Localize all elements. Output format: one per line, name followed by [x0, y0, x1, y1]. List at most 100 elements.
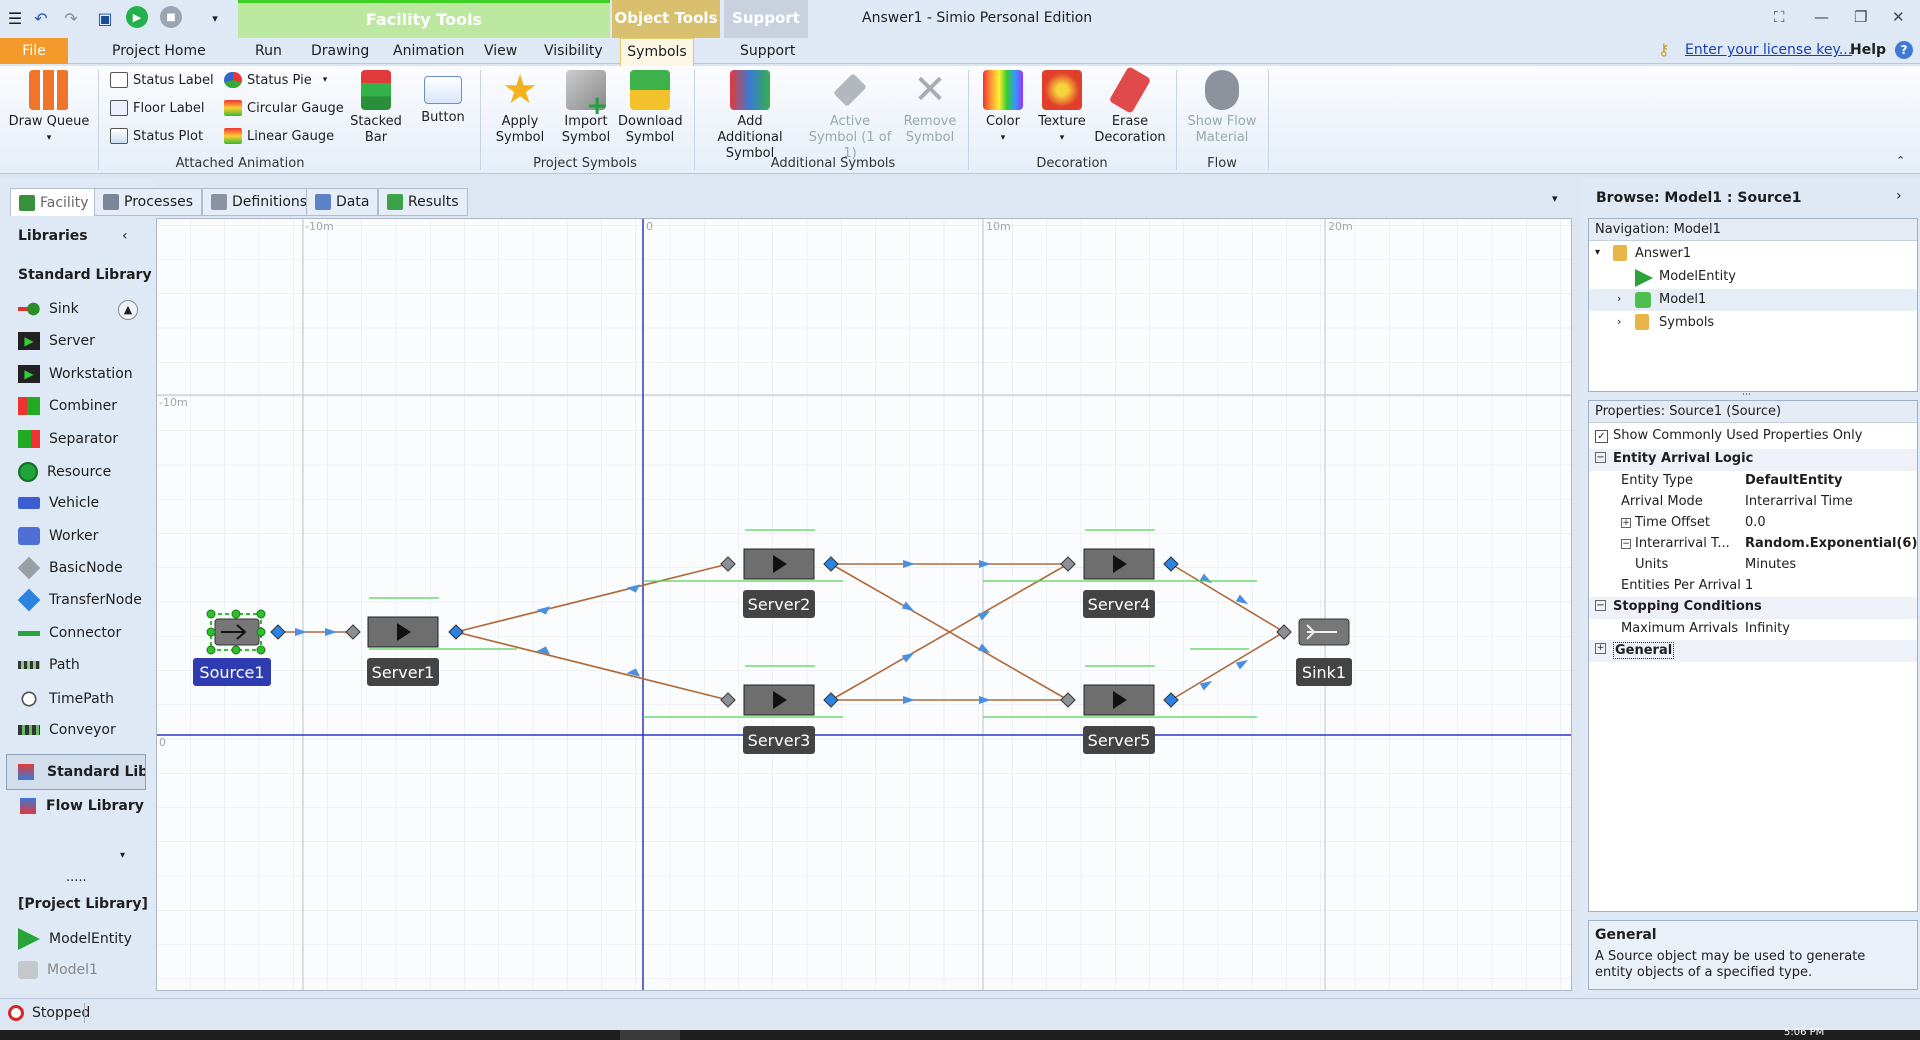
property-value[interactable]: Minutes — [1745, 557, 1796, 572]
tab-file[interactable]: File — [0, 38, 68, 64]
tab-visibility[interactable]: Visibility — [544, 42, 603, 60]
property-row[interactable]: Entities Per Arrival 1 — [1589, 576, 1919, 597]
texture-button[interactable]: Texture ▾ — [1034, 70, 1090, 146]
tab-project-home[interactable]: Project Home — [112, 42, 206, 60]
linear-gauge-button[interactable]: Linear Gauge — [224, 128, 334, 144]
import-symbol-button[interactable]: + Import Symbol — [556, 70, 616, 146]
license-key-link[interactable]: Enter your license key... — [1685, 42, 1852, 58]
expand-answer1-icon[interactable]: ▾ — [1595, 247, 1600, 258]
tree-item-symbols[interactable]: Symbols — [1659, 315, 1714, 330]
property-row[interactable]: Arrival Mode Interarrival Time — [1589, 492, 1919, 513]
property-row[interactable]: + Time Offset 0.0 — [1589, 513, 1919, 534]
app-menu-icon[interactable]: ☰ — [4, 7, 26, 29]
tree-item-modelentity[interactable]: ModelEntity — [1659, 269, 1736, 284]
close-button[interactable]: ✕ — [1892, 8, 1905, 26]
tab-flow-library[interactable]: Flow Library — [46, 798, 144, 814]
show-flow-material-button[interactable]: Show Flow Material — [1184, 70, 1260, 146]
expand-model1-icon[interactable]: › — [1617, 292, 1621, 305]
project-item-modelentity[interactable]: ModelEntity — [18, 928, 132, 950]
property-value[interactable]: DefaultEntity — [1745, 473, 1842, 488]
property-value[interactable]: 1 — [1745, 578, 1753, 593]
library-item-resource[interactable]: Resource — [18, 462, 111, 482]
library-item-workstation[interactable]: ▶ Workstation — [18, 365, 133, 383]
erase-decoration-button[interactable]: Erase Decoration — [1094, 66, 1166, 146]
tab-processes[interactable]: Processes — [94, 188, 203, 216]
expand-symbols-icon[interactable]: › — [1617, 315, 1621, 328]
property-row[interactable]: Maximum Arrivals Infinity — [1589, 619, 1919, 640]
property-row[interactable]: − Interarrival T... Random.Exponential(6) — [1589, 534, 1919, 555]
library-item-combiner[interactable]: Combiner — [18, 397, 117, 415]
library-item-connector[interactable]: Connector — [18, 625, 121, 641]
more-libraries-icon[interactable]: ▾ — [120, 850, 125, 861]
stacked-bar-button[interactable]: Stacked Bar — [348, 70, 404, 146]
library-item-separator[interactable]: Separator — [18, 430, 118, 448]
collapse-property-icon[interactable]: − — [1621, 539, 1631, 549]
collapse-browse-icon[interactable]: › — [1896, 188, 1902, 204]
show-common-checkbox[interactable]: ✓ — [1595, 430, 1608, 443]
property-value[interactable]: 0.0 — [1745, 515, 1766, 530]
library-item-server[interactable]: ▶ Server — [18, 332, 95, 350]
tab-list-dropdown-icon[interactable]: ▾ — [1552, 192, 1558, 205]
status-plot-button[interactable]: Status Plot — [110, 128, 203, 144]
panel-splitter[interactable]: ..... — [66, 870, 87, 885]
library-item-transfernode[interactable]: TransferNode — [17, 588, 142, 612]
tree-item-answer1[interactable]: Answer1 — [1635, 246, 1691, 261]
help-button[interactable]: Help — [1850, 42, 1886, 58]
property-value[interactable]: Infinity — [1745, 621, 1790, 636]
property-row[interactable]: Units Minutes — [1589, 555, 1919, 576]
collapse-section-icon[interactable]: − — [1595, 600, 1606, 611]
collapse-ribbon-icon[interactable]: ⌃ — [1896, 154, 1905, 167]
facility-drawing[interactable]: -10m 0 10m 20m -10m 0 Source1 Server1 Se… — [157, 219, 1572, 991]
tab-data[interactable]: Data — [306, 188, 379, 216]
status-pie-button[interactable]: Status Pie ▾ — [224, 72, 327, 88]
tab-symbols[interactable]: Symbols — [620, 38, 694, 66]
expand-property-icon[interactable]: + — [1621, 518, 1631, 528]
library-item-sink[interactable]: Sink — [18, 300, 79, 318]
tab-results[interactable]: Results — [378, 188, 468, 216]
remove-symbol-button[interactable]: ✕ Remove Symbol — [898, 70, 962, 146]
save-icon[interactable]: ▣ — [94, 7, 116, 29]
collapse-libraries-icon[interactable]: ‹ — [122, 228, 128, 244]
redo-icon[interactable]: ↷ — [60, 7, 82, 29]
library-item-timepath[interactable]: TimePath — [18, 690, 114, 708]
section-entity-arrival-logic[interactable]: Entity Arrival Logic — [1613, 451, 1753, 466]
tab-view[interactable]: View — [484, 42, 517, 60]
collapse-section-icon[interactable]: − — [1595, 452, 1606, 463]
tree-item-model1[interactable]: Model1 — [1659, 292, 1706, 307]
splitter-grip[interactable]: ⋯ — [1742, 390, 1751, 400]
project-item-model1[interactable]: Model1 — [18, 961, 98, 979]
apply-symbol-button[interactable]: ★ Apply Symbol — [488, 70, 552, 146]
taskbar-app-button[interactable] — [620, 1030, 680, 1040]
stop-icon[interactable]: ■ — [160, 6, 182, 28]
download-symbol-button[interactable]: Download Symbol — [618, 70, 683, 146]
circular-gauge-button[interactable]: Circular Gauge — [224, 100, 344, 116]
library-item-basicnode[interactable]: BasicNode — [17, 556, 123, 580]
library-item-path[interactable]: Path — [18, 657, 80, 673]
library-item-vehicle[interactable]: Vehicle — [18, 495, 99, 511]
tab-definitions[interactable]: Definitions — [202, 188, 317, 216]
tab-drawing[interactable]: Drawing — [311, 42, 369, 60]
status-label-button[interactable]: Status Label — [110, 72, 214, 88]
draw-queue-button[interactable]: Draw Queue ▾ — [8, 70, 90, 146]
run-icon[interactable]: ▶ — [126, 6, 148, 28]
property-row[interactable]: Entity Type DefaultEntity — [1589, 471, 1919, 492]
facility-canvas[interactable]: -10m 0 10m 20m -10m 0 Source1 Server1 Se… — [156, 218, 1572, 991]
property-value[interactable]: Random.Exponential(6) — [1745, 536, 1917, 551]
expand-section-icon[interactable]: + — [1595, 643, 1606, 654]
tab-run[interactable]: Run — [255, 42, 282, 60]
button-button[interactable]: Button — [418, 70, 468, 126]
section-general[interactable]: General — [1613, 642, 1675, 659]
add-additional-symbol-button[interactable]: Add Additional Symbol — [704, 70, 796, 162]
tab-facility[interactable]: Facility — [10, 188, 98, 216]
library-item-worker[interactable]: Worker — [18, 527, 98, 545]
property-value[interactable]: Interarrival Time — [1745, 494, 1853, 509]
fullscreen-button[interactable]: ⛶ — [1774, 8, 1785, 26]
help-icon[interactable]: ? — [1895, 41, 1913, 59]
library-item-conveyor[interactable]: Conveyor — [18, 722, 116, 738]
scroll-up-icon[interactable]: ▲ — [118, 300, 138, 320]
restore-button[interactable]: ❐ — [1854, 8, 1867, 26]
color-button[interactable]: Color ▾ — [978, 70, 1028, 146]
section-stopping-conditions[interactable]: Stopping Conditions — [1613, 599, 1762, 614]
floor-label-button[interactable]: Floor Label — [110, 100, 205, 116]
undo-icon[interactable]: ↶ — [30, 7, 52, 29]
